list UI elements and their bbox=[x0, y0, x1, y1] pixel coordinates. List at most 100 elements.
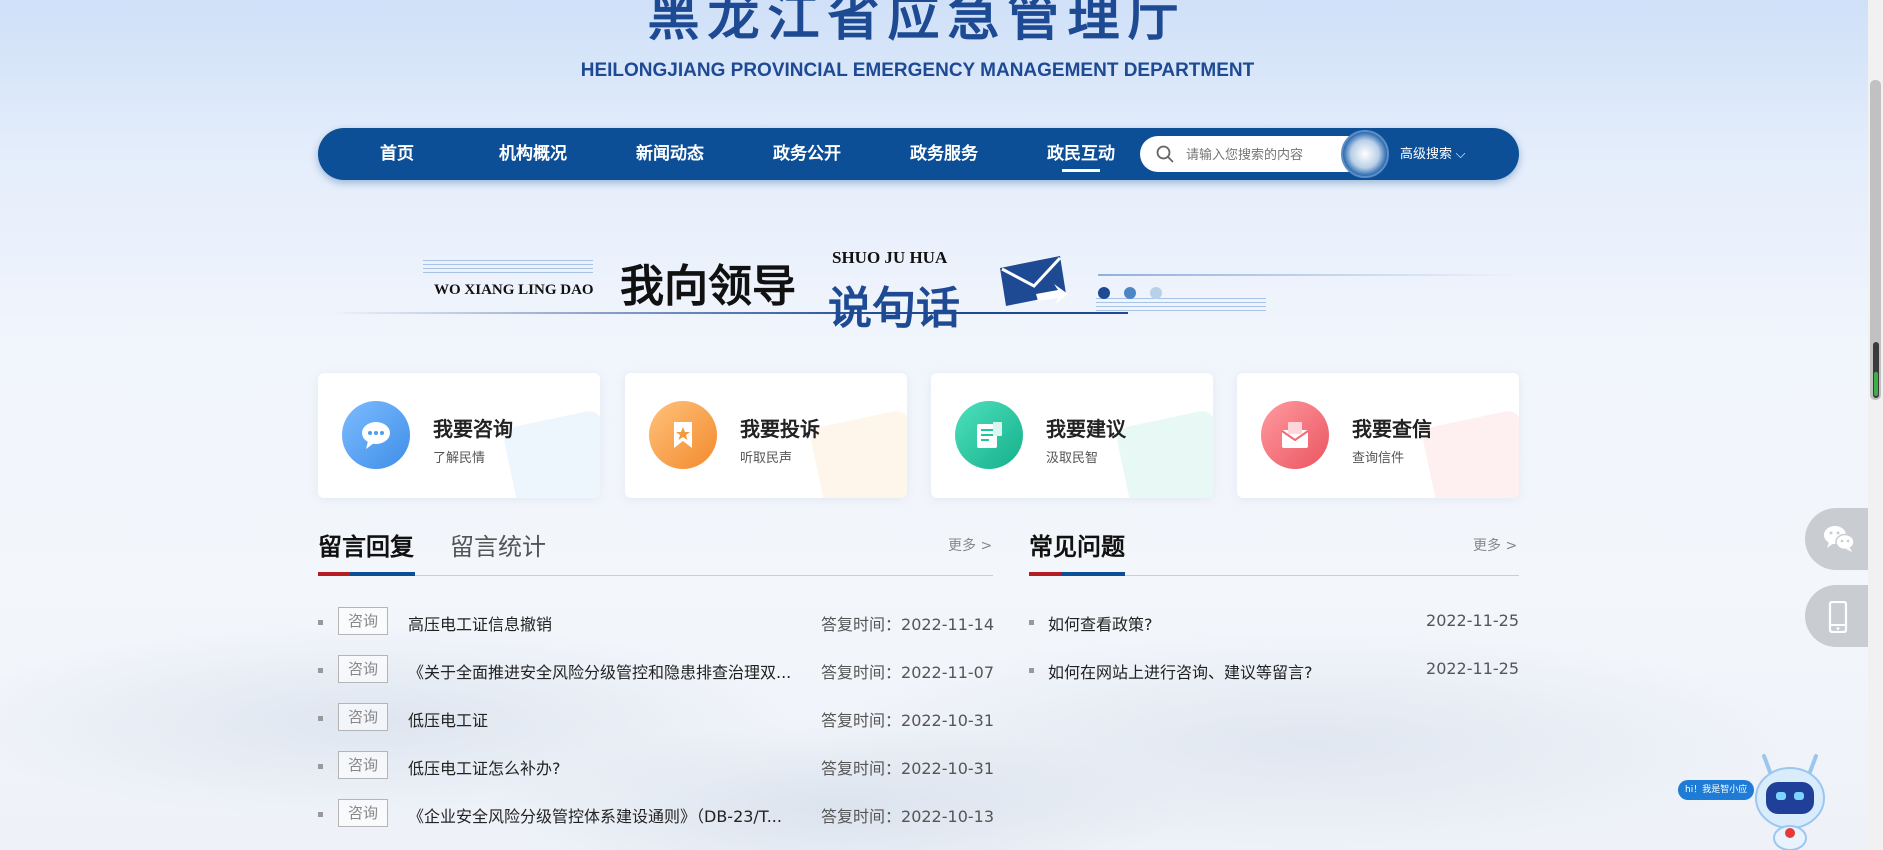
reply-date-label: 答复时间： bbox=[821, 663, 902, 682]
advanced-search-label: 高级搜索 bbox=[1400, 146, 1453, 161]
message-title[interactable]: 高压电工证信息撤销 bbox=[408, 611, 552, 635]
search-input[interactable] bbox=[1186, 143, 1351, 165]
nav-item-organization[interactable]: 机构概况 bbox=[478, 128, 588, 180]
section-divider bbox=[318, 575, 993, 576]
card-consult[interactable]: 我要咨询 了解民情 bbox=[318, 373, 600, 498]
faq-title: 常见问题 bbox=[1029, 533, 1125, 561]
leader-mailbox-banner: WO XIANG LING DAO 我向领导 SHUO JU HUA 说句话 bbox=[318, 240, 1519, 340]
faq-date: 2022-11-25 bbox=[1426, 611, 1519, 630]
nav-item-gov-services[interactable]: 政务服务 bbox=[889, 128, 999, 180]
wechat-icon bbox=[1824, 526, 1855, 552]
nav-item-news[interactable]: 新闻动态 bbox=[615, 128, 725, 180]
banner-decoration-line bbox=[1098, 274, 1518, 276]
main-nav: 首页 机构概况 新闻动态 政务公开 政务服务 政民互动 高级搜索 ⌵ bbox=[318, 128, 1519, 180]
reply-date: 答复时间：2022-10-13 bbox=[821, 803, 994, 827]
wechat-button[interactable] bbox=[1805, 508, 1869, 570]
bullet bbox=[318, 716, 323, 721]
site-title: 黑龙江省应急管理厅 bbox=[647, 0, 1188, 48]
mail-send-icon bbox=[1000, 256, 1068, 306]
envelope-icon bbox=[1261, 401, 1329, 469]
banner-pinyin-right: SHUO JU HUA bbox=[832, 248, 948, 267]
card-subtitle: 听取民声 bbox=[740, 451, 793, 466]
advanced-search-link[interactable]: 高级搜索 ⌵ bbox=[1400, 128, 1466, 180]
message-title[interactable]: 低压电工证怎么补办? bbox=[408, 755, 561, 779]
card-decoration bbox=[1420, 408, 1519, 498]
search-icon[interactable] bbox=[1156, 145, 1174, 163]
site-subtitle: HEILONGJIANG PROVINCIAL EMERGENCY MANAGE… bbox=[580, 60, 1255, 81]
faq-item[interactable]: 如何查看政策? 2022-11-25 bbox=[1029, 607, 1519, 637]
tab-underline-red bbox=[318, 572, 350, 576]
bullet bbox=[318, 764, 323, 769]
nav-item-gov-disclosure[interactable]: 政务公开 bbox=[752, 128, 862, 180]
list-item[interactable]: 咨询 高压电工证信息撤销 答复时间：2022-11-14 bbox=[318, 607, 994, 637]
tab-underline-red bbox=[1029, 572, 1061, 576]
message-title[interactable]: 《企业安全风险分级管控体系建设通则》（DB-23/T... bbox=[408, 803, 782, 827]
tab-underline-blue bbox=[350, 572, 415, 576]
message-title[interactable]: 低压电工证 bbox=[408, 707, 488, 731]
reply-date: 答复时间：2022-10-31 bbox=[821, 707, 994, 731]
faq-question[interactable]: 如何查看政策? bbox=[1048, 611, 1153, 635]
category-tag: 咨询 bbox=[338, 703, 388, 731]
scroll-grip-indicator bbox=[1874, 372, 1878, 396]
nav-item-interaction[interactable]: 政民互动 bbox=[1026, 128, 1136, 180]
faq-more-link[interactable]: 更多 > bbox=[1473, 535, 1517, 555]
card-subtitle: 了解民情 bbox=[433, 451, 486, 466]
banner-dot[interactable] bbox=[1098, 287, 1110, 299]
banner-dot[interactable] bbox=[1150, 287, 1162, 299]
messages-more-link[interactable]: 更多 > bbox=[948, 535, 992, 555]
bullet bbox=[1029, 620, 1034, 625]
reply-date-label: 答复时间： bbox=[821, 711, 902, 730]
reply-date-label: 答复时间： bbox=[821, 759, 902, 778]
banner-title-left: 我向领导 bbox=[620, 261, 796, 312]
reply-date-label: 答复时间： bbox=[821, 807, 902, 826]
reply-date: 答复时间：2022-11-14 bbox=[821, 611, 994, 635]
card-title: 我要建议 bbox=[1046, 417, 1126, 441]
banner-pinyin-left: WO XIANG LING DAO bbox=[434, 282, 594, 298]
list-item[interactable]: 咨询 《企业安全风险分级管控体系建设通则》（DB-23/T... 答复时间：20… bbox=[318, 799, 994, 829]
chevron-down-icon: ⌵ bbox=[1455, 146, 1466, 161]
bullet bbox=[318, 668, 323, 673]
banner-pagination bbox=[1098, 284, 1176, 303]
reply-date-value: 2022-10-31 bbox=[901, 711, 994, 730]
robot-assistant-icon[interactable] bbox=[1750, 750, 1830, 850]
card-decoration bbox=[1114, 408, 1213, 498]
card-title: 我要投诉 bbox=[740, 417, 820, 441]
tab-underline-blue bbox=[1061, 572, 1125, 576]
assistant-bubble[interactable]: hi！我是智小应 bbox=[1678, 780, 1755, 800]
mobile-button[interactable] bbox=[1805, 585, 1869, 647]
category-tag: 咨询 bbox=[338, 607, 388, 635]
faq-item[interactable]: 如何在网站上进行咨询、建议等留言? 2022-11-25 bbox=[1029, 655, 1519, 685]
banner-dot[interactable] bbox=[1124, 287, 1136, 299]
reply-date-value: 2022-10-13 bbox=[901, 807, 994, 826]
message-title[interactable]: 《关于全面推进安全风险分级管控和隐患排查治理双... bbox=[408, 659, 791, 683]
reply-date-value: 2022-10-31 bbox=[901, 759, 994, 778]
chat-bubble-icon bbox=[342, 401, 410, 469]
document-icon bbox=[955, 401, 1023, 469]
reply-date-label: 答复时间： bbox=[821, 615, 902, 634]
reply-date: 答复时间：2022-11-07 bbox=[821, 659, 994, 683]
category-tag: 咨询 bbox=[338, 799, 388, 827]
tab-message-replies[interactable]: 留言回复 bbox=[318, 527, 414, 562]
category-tag: 咨询 bbox=[338, 751, 388, 779]
card-decoration bbox=[808, 408, 907, 498]
bookmark-star-icon bbox=[649, 401, 717, 469]
tab-message-stats[interactable]: 留言统计 bbox=[450, 527, 546, 562]
faq-date: 2022-11-25 bbox=[1426, 659, 1519, 678]
card-title: 我要查信 bbox=[1352, 417, 1432, 441]
reply-date-value: 2022-11-14 bbox=[901, 615, 994, 634]
reply-date: 答复时间：2022-10-31 bbox=[821, 755, 994, 779]
list-item[interactable]: 咨询 低压电工证 答复时间：2022-10-31 bbox=[318, 703, 994, 733]
bullet bbox=[318, 620, 323, 625]
card-title: 我要咨询 bbox=[433, 417, 513, 441]
bullet bbox=[318, 812, 323, 817]
nav-item-home[interactable]: 首页 bbox=[342, 128, 452, 180]
faq-question[interactable]: 如何在网站上进行咨询、建议等留言? bbox=[1048, 659, 1313, 683]
card-suggestion[interactable]: 我要建议 汲取民智 bbox=[931, 373, 1213, 498]
mobile-phone-icon bbox=[1828, 601, 1848, 633]
list-item[interactable]: 咨询 低压电工证怎么补办? 答复时间：2022-10-31 bbox=[318, 751, 994, 781]
list-item[interactable]: 咨询 《关于全面推进安全风险分级管控和隐患排查治理双... 答复时间：2022-… bbox=[318, 655, 994, 685]
card-complaint[interactable]: 我要投诉 听取民声 bbox=[625, 373, 907, 498]
reply-date-value: 2022-11-07 bbox=[901, 663, 994, 682]
card-check-letter[interactable]: 我要查信 查询信件 bbox=[1237, 373, 1519, 498]
banner-decoration bbox=[423, 260, 593, 274]
